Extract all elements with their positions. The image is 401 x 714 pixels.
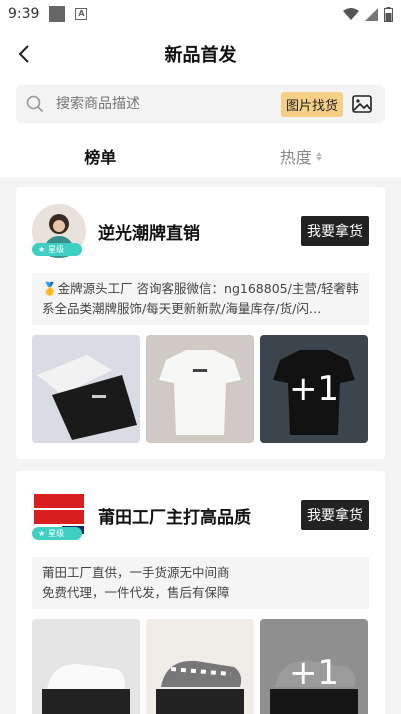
notification-icon	[49, 6, 66, 22]
star-badge: ★ 星级	[32, 527, 82, 540]
page-title: 新品首发	[164, 45, 237, 66]
tab-bar: 榜单 热度	[0, 131, 401, 181]
battery-icon	[384, 6, 393, 22]
app-notification-icon: A	[75, 8, 88, 20]
product-thumbnail[interactable]	[32, 619, 140, 714]
product-thumbnail[interactable]: +1	[260, 619, 368, 714]
tab-ranking[interactable]: 榜单	[0, 144, 201, 168]
shop-description: 🥇金牌源头工厂 咨询客服微信：ng168805/主营/轻奢韩系全品类潮牌服饰/每…	[32, 273, 369, 325]
shop-card[interactable]: ★ 星级 逆光潮牌直销 我要拿货 🥇金牌源头工厂 咨询客服微信：ng168805/…	[16, 187, 385, 459]
product-thumbnail[interactable]: +1	[260, 335, 368, 443]
search-input[interactable]	[56, 96, 281, 112]
product-thumbnail[interactable]	[32, 335, 140, 443]
image-upload-icon[interactable]	[347, 92, 377, 116]
signal-icon	[365, 7, 378, 21]
shop-card[interactable]: ★ 星级 莆田工厂主打高品质 我要拿货 莆田工厂直供，一手货源无中间商 免费代理，…	[16, 471, 385, 714]
status-time: 9:39	[8, 6, 40, 22]
shop-feed[interactable]: ★ 星级 逆光潮牌直销 我要拿货 🥇金牌源头工厂 咨询客服微信：ng168805/…	[0, 177, 401, 714]
image-search-button[interactable]: 图片找货	[280, 91, 343, 117]
shop-name[interactable]: 莆田工厂主打高品质	[98, 503, 251, 528]
get-goods-button[interactable]: 我要拿货	[301, 500, 369, 530]
shop-name[interactable]: 逆光潮牌直销	[98, 219, 200, 244]
search-bar[interactable]: 图片找货	[16, 85, 385, 123]
badge-label: 星级	[48, 529, 65, 538]
tab-popularity[interactable]: 热度	[201, 144, 401, 168]
chevron-left-icon	[18, 45, 29, 63]
get-goods-button[interactable]: 我要拿货	[301, 216, 369, 246]
tab-popularity-label: 热度	[279, 148, 312, 167]
search-icon	[24, 93, 46, 115]
star-badge: ★ 星级	[32, 243, 82, 256]
star-icon: ★	[38, 245, 46, 254]
product-thumbnail[interactable]	[146, 335, 254, 443]
star-icon: ★	[38, 529, 46, 538]
wifi-icon	[343, 7, 359, 20]
badge-label: 星级	[48, 245, 65, 254]
status-bar: 9:39 A	[0, 0, 401, 28]
more-images-overlay[interactable]: +1	[260, 619, 368, 714]
shop-description: 莆田工厂直供，一手货源无中间商 免费代理，一件代发，售后有保障	[32, 557, 369, 609]
back-button[interactable]	[10, 40, 38, 68]
header: 新品首发	[0, 28, 401, 80]
sort-icon	[315, 151, 322, 161]
product-thumbnail[interactable]	[146, 619, 254, 714]
more-images-overlay[interactable]: +1	[260, 335, 368, 443]
